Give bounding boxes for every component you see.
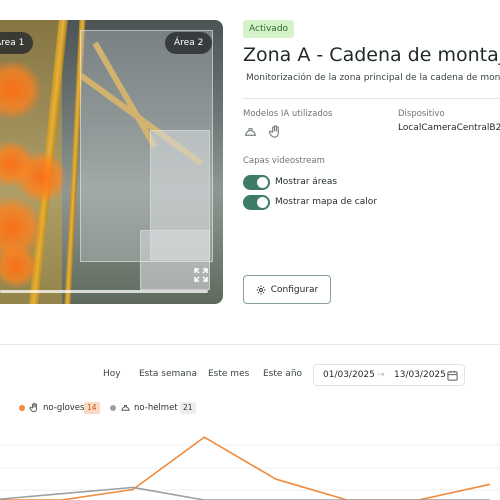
date-range-picker[interactable]: 01/03/2025 → 13/03/2025 <box>313 364 465 386</box>
expand-icon[interactable] <box>194 268 208 282</box>
helmet-icon <box>121 404 130 411</box>
device-label: Dispositivo <box>398 109 445 119</box>
range-week[interactable]: Esta semana <box>139 369 197 379</box>
series-line-no-gloves <box>0 436 491 500</box>
toggle-show-heatmap-label: Mostrar mapa de calor <box>275 197 377 207</box>
configure-button[interactable]: Configurar <box>243 275 331 304</box>
zone-subtitle: Monitorización de la zona principal de l… <box>246 73 500 83</box>
range-month[interactable]: Este mes <box>208 369 249 379</box>
legend-no-gloves: no-gloves <box>43 403 85 413</box>
status-badge: Activado <box>243 20 295 38</box>
layers-label: Capas videostream <box>243 156 325 166</box>
legend-no-helmet: no-helmet <box>134 403 178 413</box>
legend-dot-no-gloves <box>19 405 25 411</box>
glove-icon <box>268 125 279 138</box>
toggle-show-heatmap[interactable] <box>243 195 270 210</box>
glove-icon <box>29 402 38 413</box>
device-value: LocalCameraCentralB2 <box>398 123 500 133</box>
count-no-helmet: 21 <box>180 402 196 414</box>
helmet-icon <box>244 128 257 136</box>
models-label: Modelos IA utilizados <box>243 109 333 119</box>
date-to: 13/03/2025 <box>394 370 446 380</box>
range-today[interactable]: Hoy <box>103 369 121 379</box>
area-2-tag: Área 2 <box>165 32 213 54</box>
camera-videostream[interactable]: Área 1 Área 2 <box>0 20 223 304</box>
video-progress-track[interactable] <box>0 290 208 293</box>
section-divider <box>0 344 500 345</box>
arrow-right-icon: → <box>377 370 385 380</box>
gear-icon <box>256 285 266 294</box>
toggle-show-areas-label: Mostrar áreas <box>275 177 338 187</box>
toggle-show-areas[interactable] <box>243 175 270 190</box>
legend-dot-no-helmet <box>110 405 116 411</box>
configure-button-label: Configurar <box>270 284 319 295</box>
date-from: 01/03/2025 <box>323 370 375 380</box>
incidents-line-chart <box>0 436 500 500</box>
divider <box>243 98 500 99</box>
page-title: Zona A - Cadena de montaje <box>243 44 500 66</box>
range-year[interactable]: Este año <box>263 369 302 379</box>
area-2-overlay <box>80 30 213 262</box>
count-no-gloves: 14 <box>84 402 100 414</box>
calendar-icon <box>447 370 458 381</box>
area-1-tag: Área 1 <box>0 32 34 54</box>
heatmap-blob <box>16 150 66 204</box>
